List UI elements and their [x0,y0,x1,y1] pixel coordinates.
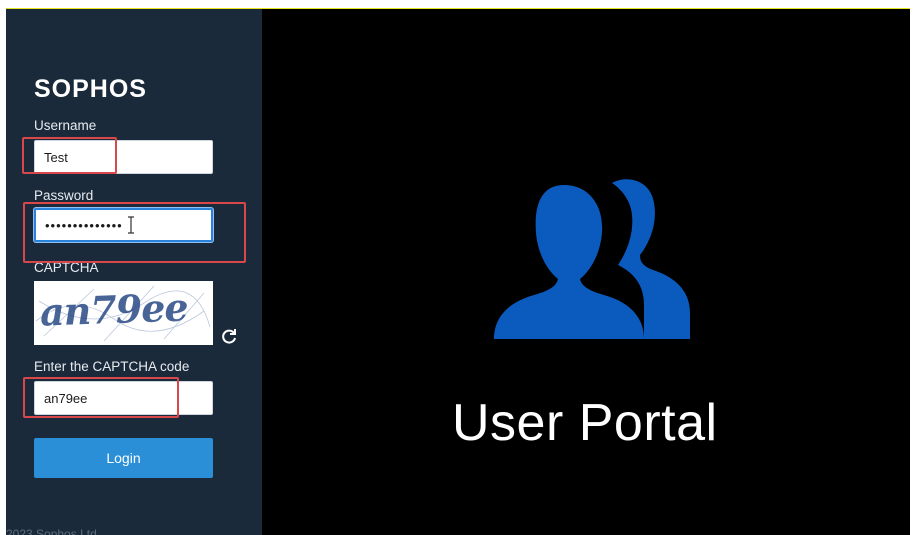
username-highlight [22,137,117,174]
login-button[interactable]: Login [34,438,213,478]
captcha-code-label: Enter the CAPTCHA code [34,359,190,374]
refresh-icon[interactable] [220,327,238,345]
portal-title: User Portal [452,394,718,452]
password-highlight [23,202,246,263]
login-sidebar: SOPHOS Username Password CAPTCHA an79ee … [6,9,262,535]
sophos-logo: SOPHOS [34,75,147,103]
password-label: Password [34,188,94,203]
captcha-image: an79ee [34,281,213,345]
username-label: Username [34,118,97,133]
copyright-footer: 2023 Sophos Ltd. [6,527,101,535]
login-page: SOPHOS Username Password CAPTCHA an79ee … [6,9,910,535]
users-icon [494,179,690,339]
captcha-code-highlight [23,377,179,418]
captcha-text: an79ee [39,284,189,335]
